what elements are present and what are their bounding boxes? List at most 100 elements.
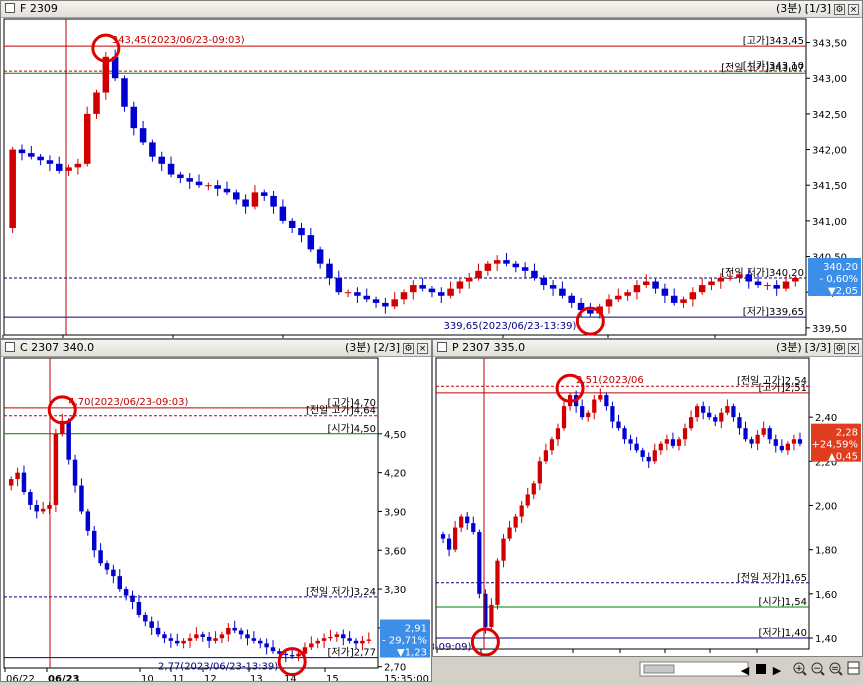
current-price-text: ▼1,23 [397, 648, 427, 659]
candle-body [79, 485, 84, 512]
chart-panel-f: F 2309 (3분) [1/3] ⚙ × 343,50 343,00 342,50… [0, 0, 863, 339]
candle-body [688, 417, 694, 429]
candle-body [328, 636, 333, 639]
candle-body [664, 439, 669, 444]
scroll-thumb[interactable] [643, 664, 675, 674]
zoom-reset-icon[interactable]: = [829, 662, 843, 676]
candle-body [326, 263, 333, 278]
layout-icon[interactable] [847, 661, 860, 675]
candle-body [360, 640, 365, 644]
candle-body [604, 395, 609, 407]
config-icon[interactable]: ⚙ [834, 3, 845, 15]
candle-body [130, 106, 138, 129]
candle-body [232, 627, 237, 631]
reference-line-label: [전일 고가]4,64 [306, 405, 376, 417]
config-icon[interactable]: ⚙ [403, 342, 414, 354]
prev-icon[interactable]: ◀ [741, 664, 750, 677]
panel-index: [3/3] [804, 341, 831, 354]
toolbar-svg: ◀ ▶ + − = [639, 661, 860, 677]
candle-body [652, 450, 657, 462]
chart-c[interactable]: 4,504,203,903,603,303,002,7006/2206/2310… [1, 356, 431, 681]
candle-body [754, 281, 762, 286]
candle-body [676, 439, 682, 446]
y-tick-label: 1,60 [815, 590, 837, 601]
candle-body [344, 292, 352, 294]
candle-body [226, 627, 231, 635]
candle-body [615, 295, 622, 300]
config-icon[interactable]: ⚙ [834, 342, 845, 354]
close-icon[interactable]: × [848, 3, 859, 15]
candle-body [213, 638, 218, 641]
candle-body [279, 206, 287, 221]
candle-body [695, 406, 700, 418]
candle-body [652, 281, 659, 289]
zoom-out-icon[interactable]: − [811, 662, 825, 676]
x-tick-label: 11 [172, 674, 185, 681]
candle-body [270, 647, 276, 652]
candle-body [640, 450, 645, 457]
candle-body [493, 260, 501, 264]
candle-body [15, 472, 20, 480]
y-tick-label: 341,00 [812, 217, 847, 228]
stop-icon[interactable] [756, 664, 766, 674]
candle-body [34, 504, 39, 512]
candle-body [72, 459, 78, 486]
candle-body [512, 263, 520, 268]
y-tick-label: 342,50 [812, 110, 847, 121]
panel-index: [1/3] [804, 2, 831, 15]
candle-body [40, 508, 46, 512]
candle-body [186, 178, 193, 182]
chart-f[interactable]: 343,50 343,00 342,50 342,00 341,50 341,00 340,… [1, 17, 862, 338]
candle-body [622, 428, 627, 440]
current-price-text: ▲0,45 [828, 452, 858, 463]
candle-body [592, 399, 597, 413]
candle-body [555, 428, 561, 440]
reference-line-label: [고가]2,51 [759, 382, 807, 394]
candle-body [586, 412, 591, 418]
candle-body [83, 113, 91, 164]
candle-body [288, 220, 296, 229]
candle-body [18, 149, 26, 154]
candle-body [334, 634, 340, 637]
candle-body [549, 285, 557, 289]
candle-body [53, 433, 59, 505]
candle-body [316, 249, 324, 264]
candle-body [767, 428, 772, 440]
chart-p[interactable]: 2,402,202,001,801,601,4006/2206/23111213… [433, 356, 862, 656]
candle-body [453, 527, 458, 550]
candle-body [187, 638, 193, 641]
candle-body [98, 550, 103, 564]
candle-body [503, 260, 510, 264]
candle-body [745, 274, 753, 282]
candle-body [707, 412, 712, 418]
candle-body [260, 192, 268, 196]
y-tick-label: 3,30 [384, 585, 406, 596]
candle-body [366, 639, 372, 641]
candle-body [307, 235, 315, 250]
candle-body [749, 439, 754, 444]
candle-body [587, 310, 594, 314]
candle-body [162, 634, 167, 639]
y-tick-label: 3,60 [384, 546, 406, 557]
next-icon[interactable]: ▶ [773, 664, 782, 677]
x-end-label: 15:35:00 [384, 674, 429, 681]
candle-body [610, 406, 615, 422]
candle-body [155, 627, 161, 635]
plot-area [3, 357, 379, 669]
candle-body [465, 277, 473, 282]
candle-body [158, 156, 166, 164]
panel-icon [5, 3, 15, 13]
close-icon[interactable]: × [848, 342, 859, 354]
candle-body [519, 505, 524, 517]
x-tick-label: 15 [758, 655, 771, 656]
candle-body [46, 160, 54, 164]
chart-panel-p: P 2307 335.0 (3분) [3/3] ⚙ × 2,40 2,20 2,00… [432, 339, 863, 657]
x-tick-label: 13 [250, 674, 263, 681]
close-icon[interactable]: × [417, 342, 428, 354]
candle-body [206, 636, 212, 641]
candle-body [670, 295, 678, 303]
zoom-in-icon[interactable]: + [793, 662, 807, 676]
candle-body [233, 192, 240, 200]
candle-body [525, 494, 530, 506]
candle-body [223, 188, 231, 193]
